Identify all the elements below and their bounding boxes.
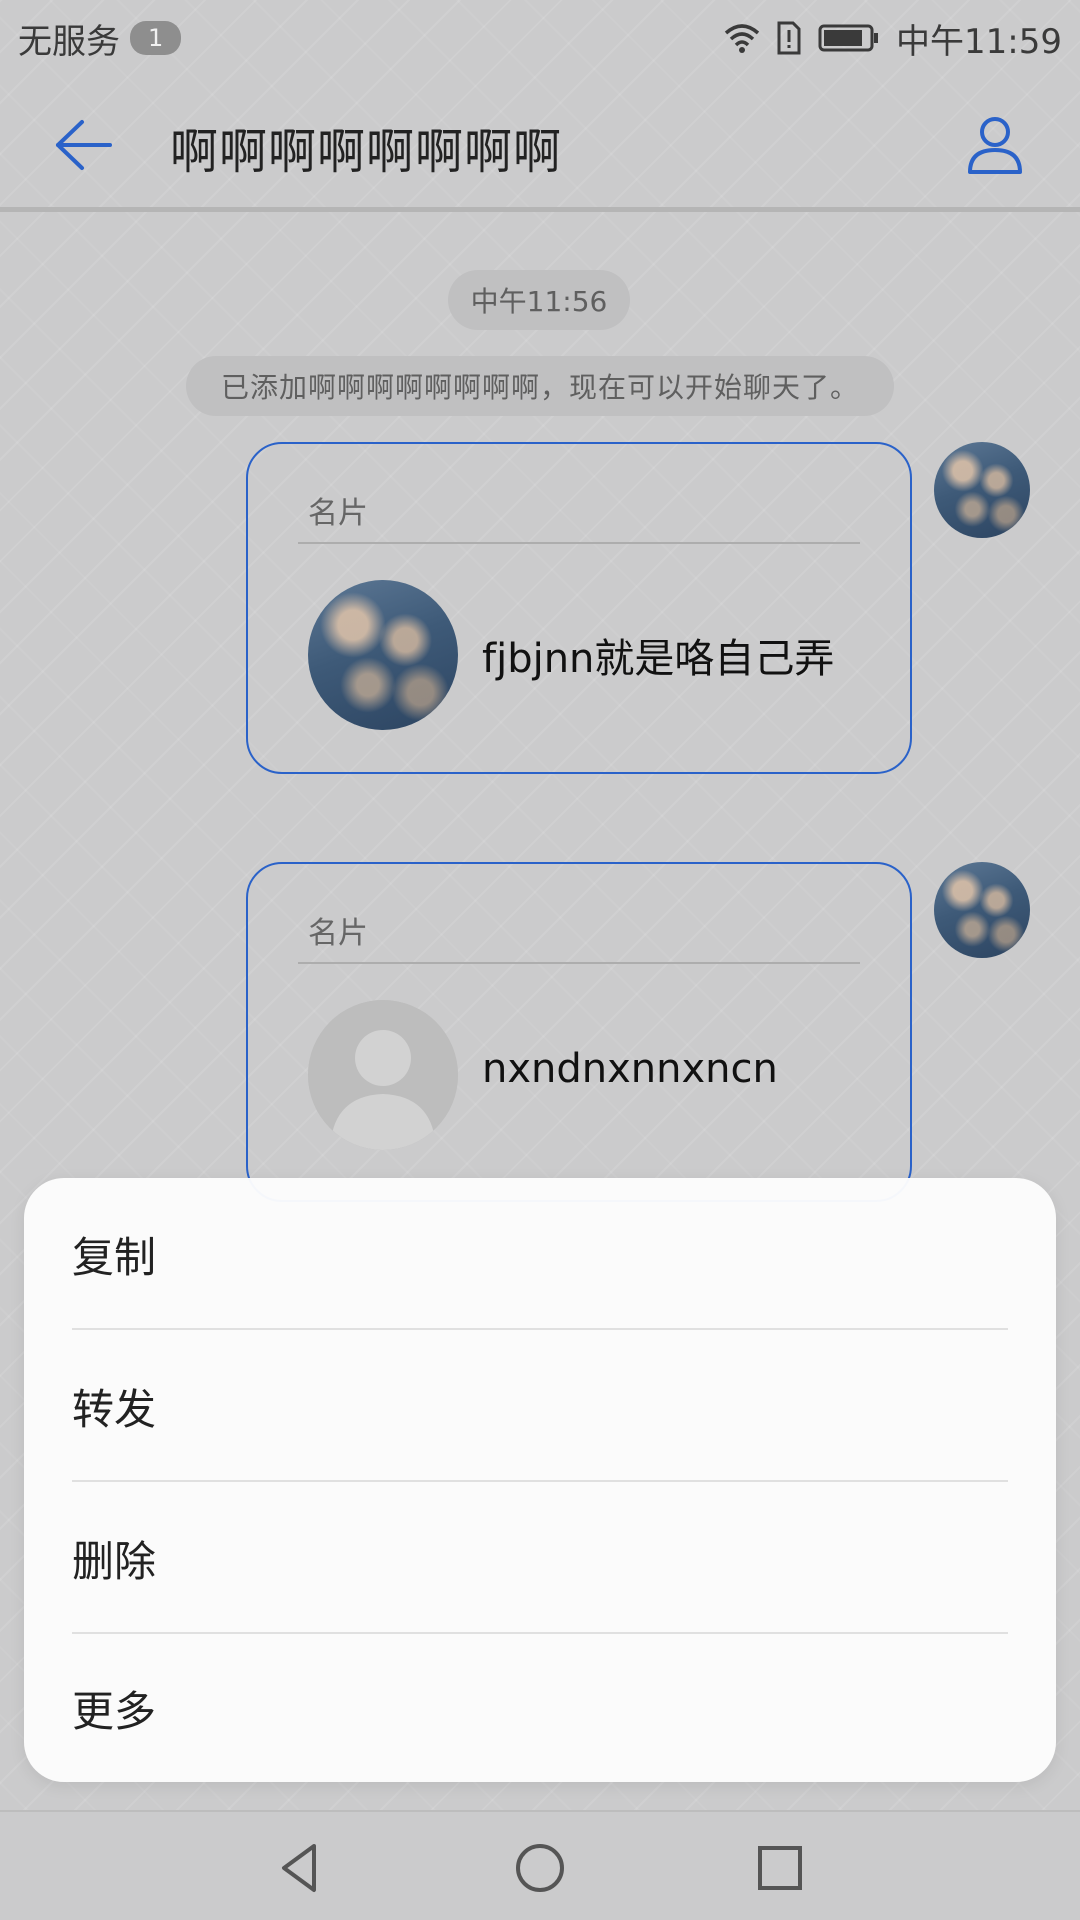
sky-photo-icon [934,442,1030,538]
card-label: 名片 [308,916,368,951]
menu-item-label: 更多 [72,1686,157,1736]
sky-photo-icon [934,862,1030,958]
status-bar: 无服务 1 中午11:59 [0,0,1080,76]
sky-photo-icon [308,580,458,730]
circle-home-icon[interactable] [510,1838,570,1898]
menu-item-copy[interactable]: 复制 [24,1178,1056,1330]
menu-item-delete[interactable]: 删除 [24,1482,1056,1634]
sim-alert-icon [777,21,801,55]
back-arrow-icon[interactable] [48,110,118,180]
menu-item-more[interactable]: 更多 [24,1634,1056,1782]
card-avatar [308,580,458,730]
triangle-back-icon[interactable] [270,1838,330,1898]
contact-card-message[interactable]: 名片 fjbjnn就是咯自己弄 [246,442,912,774]
status-time: 中午11:59 [896,21,1062,62]
battery-icon [818,24,879,52]
wifi-icon [724,24,760,53]
carrier-text: 无服务 [18,21,120,62]
menu-item-forward[interactable]: 转发 [24,1330,1056,1482]
menu-item-label: 转发 [72,1384,157,1434]
menu-item-label: 删除 [72,1536,157,1586]
sender-avatar[interactable] [934,442,1030,538]
app-header: 啊啊啊啊啊啊啊啊 [0,76,1080,212]
person-icon[interactable] [962,112,1028,178]
message-time-label: 中午11:56 [448,270,630,330]
menu-item-label: 复制 [72,1232,157,1282]
context-menu: 复制 转发 删除 更多 [24,1178,1056,1782]
card-divider [298,962,860,964]
navigation-bar [0,1810,1080,1920]
status-right: 中午11:59 [724,14,1062,63]
card-avatar [308,1000,458,1150]
contact-card-message[interactable]: 名片 nxndnxnnxncn [246,862,912,1202]
square-recents-icon[interactable] [750,1838,810,1898]
page-title: 啊啊啊啊啊啊啊啊 [170,124,563,180]
status-left: 无服务 1 [18,14,182,63]
card-contact-name: fjbjnn就是咯自己弄 [482,636,835,682]
card-contact-name: nxndnxnnxncn [482,1046,778,1092]
card-label: 名片 [308,496,368,531]
card-divider [298,542,860,544]
sim-badge: 1 [130,21,182,55]
sender-avatar[interactable] [934,862,1030,958]
system-note: 已添加啊啊啊啊啊啊啊啊，现在可以开始聊天了。 [186,356,894,416]
default-avatar-icon [308,1000,458,1150]
